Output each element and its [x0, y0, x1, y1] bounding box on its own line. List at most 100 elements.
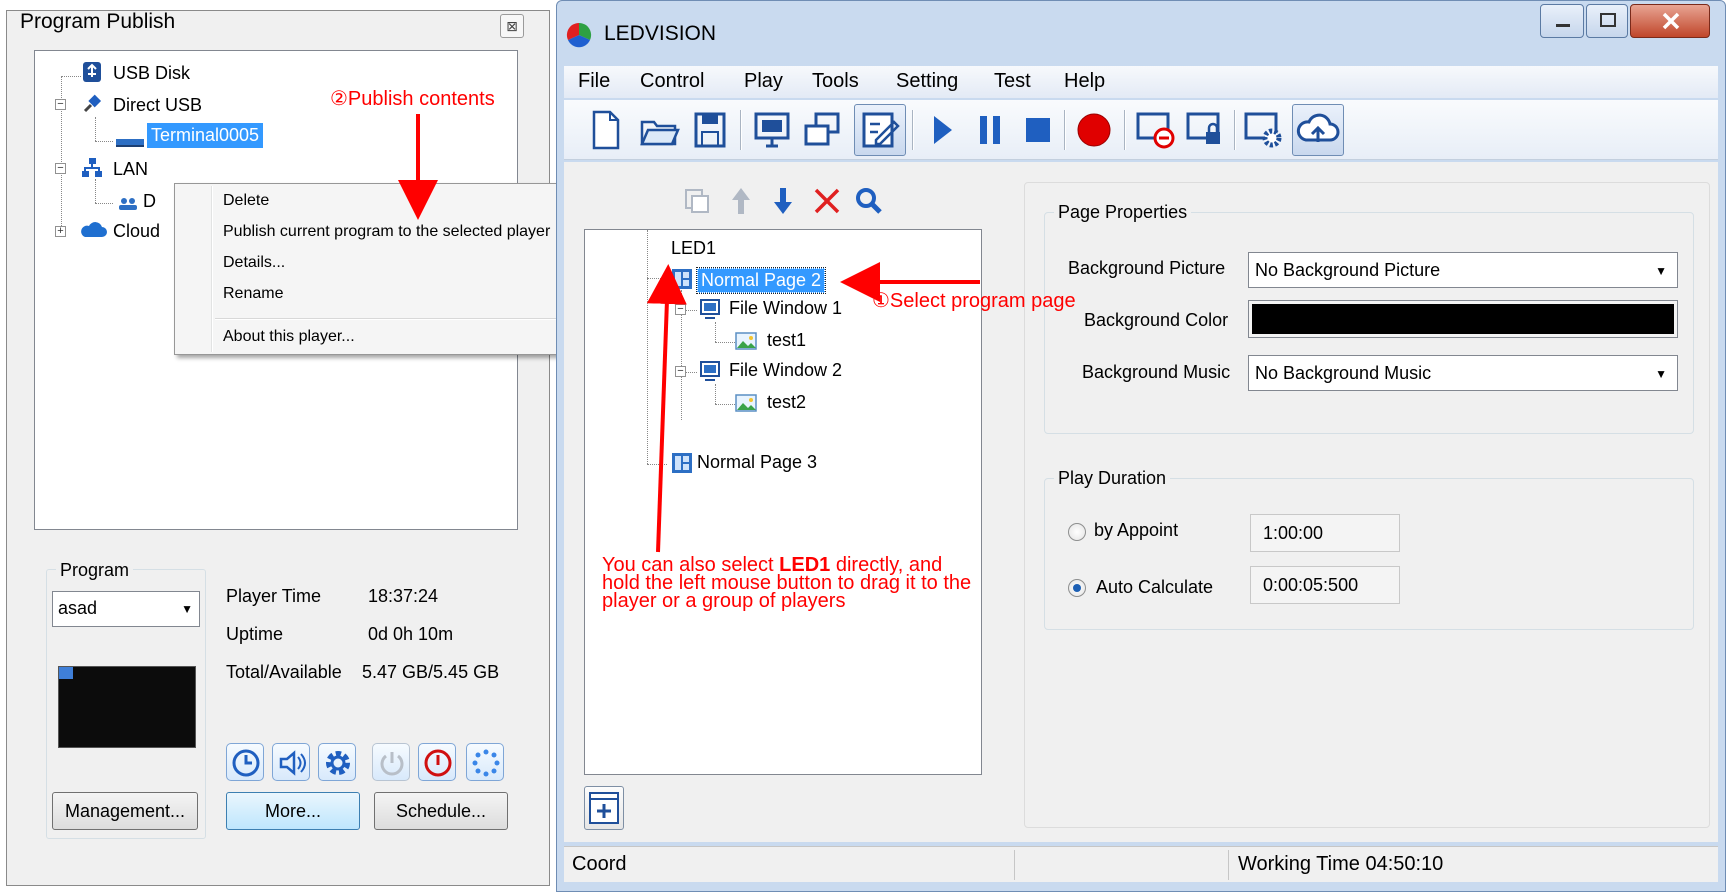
- close-window-button[interactable]: [1630, 4, 1710, 38]
- collapse-lan-icon[interactable]: −: [55, 163, 66, 174]
- chevron-down-icon: ▼: [1655, 367, 1667, 381]
- more-button[interactable]: More...: [226, 792, 360, 830]
- search-icon[interactable]: [852, 184, 886, 218]
- bg-color-picker[interactable]: [1248, 300, 1678, 338]
- open-folder-icon[interactable]: [638, 108, 682, 152]
- tree-item-led1[interactable]: LED1: [671, 238, 716, 259]
- chevron-down-icon: ▼: [1655, 264, 1667, 278]
- menu-item-rename[interactable]: Rename: [223, 285, 283, 303]
- pause-icon[interactable]: [968, 108, 1012, 152]
- menu-file[interactable]: File: [578, 70, 610, 93]
- play-icon[interactable]: [920, 108, 964, 152]
- tree-item-normal-page-2[interactable]: Normal Page 2: [695, 267, 827, 294]
- working-time-status: Working Time 04:50:10: [1238, 853, 1444, 875]
- play-duration-legend: Play Duration: [1054, 468, 1171, 489]
- tree-item-file-window-1[interactable]: File Window 1: [729, 298, 842, 319]
- restart-power-icon[interactable]: [418, 743, 456, 781]
- image-file-icon: [735, 332, 757, 350]
- tree-item-file-window-2[interactable]: File Window 2: [729, 360, 842, 381]
- management-button[interactable]: Management...: [52, 792, 198, 830]
- collapse-direct-usb-icon[interactable]: −: [55, 99, 66, 110]
- close-panel-button[interactable]: ⊠: [500, 14, 524, 38]
- player-group-icon: [119, 198, 137, 210]
- bg-color-label: Background Color: [1084, 310, 1229, 330]
- menu-bar: File Control Play Tools Setting Test Hel…: [564, 66, 1718, 98]
- menu-test[interactable]: Test: [994, 70, 1031, 93]
- tree-item-cloud[interactable]: Cloud: [113, 221, 160, 242]
- new-file-icon[interactable]: [584, 108, 628, 152]
- menu-control[interactable]: Control: [640, 70, 704, 93]
- status-bar: Coord Working Time 04:50:10: [564, 846, 1718, 882]
- menu-item-publish-current-program[interactable]: Publish current program to the selected …: [223, 223, 550, 241]
- schedule-button[interactable]: Schedule...: [374, 792, 508, 830]
- tree-item-direct-usb[interactable]: Direct USB: [113, 95, 202, 116]
- by-appoint-label: by Appoint: [1094, 520, 1179, 540]
- bg-picture-label: Background Picture: [1068, 258, 1226, 278]
- program-legend: Program: [56, 560, 134, 581]
- remove-screen-icon[interactable]: [1134, 108, 1178, 152]
- menu-item-details[interactable]: Details...: [223, 254, 285, 272]
- screen-settings-icon[interactable]: [1242, 108, 1286, 152]
- menu-setting[interactable]: Setting: [896, 70, 958, 93]
- loading-dots-icon[interactable]: [466, 743, 504, 781]
- drag-hint-line3: player or a group of players: [602, 590, 846, 612]
- expand-cloud-icon[interactable]: +: [55, 226, 66, 237]
- program-preview: [58, 666, 196, 748]
- tree-item-usb-disk[interactable]: USB Disk: [113, 63, 190, 84]
- page-properties-legend: Page Properties: [1054, 202, 1192, 223]
- add-page-button[interactable]: [584, 786, 624, 830]
- stop-icon[interactable]: [1016, 108, 1060, 152]
- bg-picture-value: No Background Picture: [1255, 260, 1441, 280]
- edit-icon: [862, 112, 900, 148]
- tree-item-normal-page-3[interactable]: Normal Page 3: [697, 452, 817, 473]
- lock-screen-icon[interactable]: [1184, 108, 1228, 152]
- ledvision-logo-icon: [566, 22, 592, 48]
- bg-picture-select[interactable]: No Background Picture ▼: [1248, 252, 1678, 288]
- copy-disabled-icon[interactable]: [680, 184, 714, 218]
- power-disabled-icon[interactable]: [372, 743, 410, 781]
- move-down-icon[interactable]: [766, 184, 800, 218]
- bg-color-swatch: [1252, 304, 1674, 334]
- page-layout-icon: [672, 453, 692, 473]
- status-divider: [1228, 850, 1229, 880]
- tree-item-test1[interactable]: test1: [767, 330, 806, 351]
- bg-music-label: Background Music: [1082, 362, 1231, 382]
- bg-music-select[interactable]: No Background Music ▼: [1248, 355, 1678, 391]
- storage-label: Total/Available: [226, 662, 342, 682]
- clock-icon[interactable]: [226, 743, 264, 781]
- player-time-label: Player Time: [226, 586, 322, 606]
- tree-item-test2[interactable]: test2: [767, 392, 806, 413]
- by-appoint-radio[interactable]: [1068, 523, 1086, 541]
- storage-value: 5.47 GB/5.45 GB: [362, 662, 500, 682]
- save-icon[interactable]: [688, 108, 732, 152]
- usb-plug-icon: [83, 94, 102, 113]
- tree-item-terminal0005[interactable]: Terminal0005: [147, 123, 264, 148]
- gear-icon[interactable]: [318, 743, 356, 781]
- menu-item-about-player[interactable]: About this player...: [223, 328, 355, 346]
- move-up-icon[interactable]: [724, 184, 758, 218]
- tree-item-lan-child[interactable]: D: [143, 191, 156, 212]
- screen-icon[interactable]: [750, 108, 794, 152]
- volume-icon[interactable]: [272, 743, 310, 781]
- auto-calculate-radio[interactable]: [1068, 579, 1086, 597]
- status-divider: [1014, 850, 1015, 880]
- lan-network-icon: [82, 158, 102, 177]
- menu-tools[interactable]: Tools: [812, 70, 859, 93]
- menu-help[interactable]: Help: [1064, 70, 1105, 93]
- collapse-file-window-1-icon[interactable]: −: [675, 304, 686, 315]
- window-layout-icon[interactable]: [800, 108, 844, 152]
- by-appoint-time-field[interactable]: 1:00:00: [1250, 514, 1400, 552]
- minimize-button[interactable]: [1540, 4, 1584, 38]
- program-select[interactable]: asad ▼: [52, 591, 200, 627]
- menu-play[interactable]: Play: [744, 70, 783, 93]
- delete-icon[interactable]: [810, 184, 844, 218]
- player-time-value: 18:37:24: [368, 586, 439, 606]
- menu-item-delete[interactable]: Delete: [223, 192, 269, 210]
- maximize-button[interactable]: [1586, 4, 1628, 38]
- page-layout-icon: [672, 269, 692, 289]
- tree-item-lan[interactable]: LAN: [113, 159, 148, 180]
- auto-calculate-time-field: 0:00:05:500: [1250, 566, 1400, 604]
- window-title: LEDVISION: [604, 22, 717, 45]
- record-icon[interactable]: [1072, 108, 1116, 152]
- collapse-file-window-2-icon[interactable]: −: [675, 366, 686, 377]
